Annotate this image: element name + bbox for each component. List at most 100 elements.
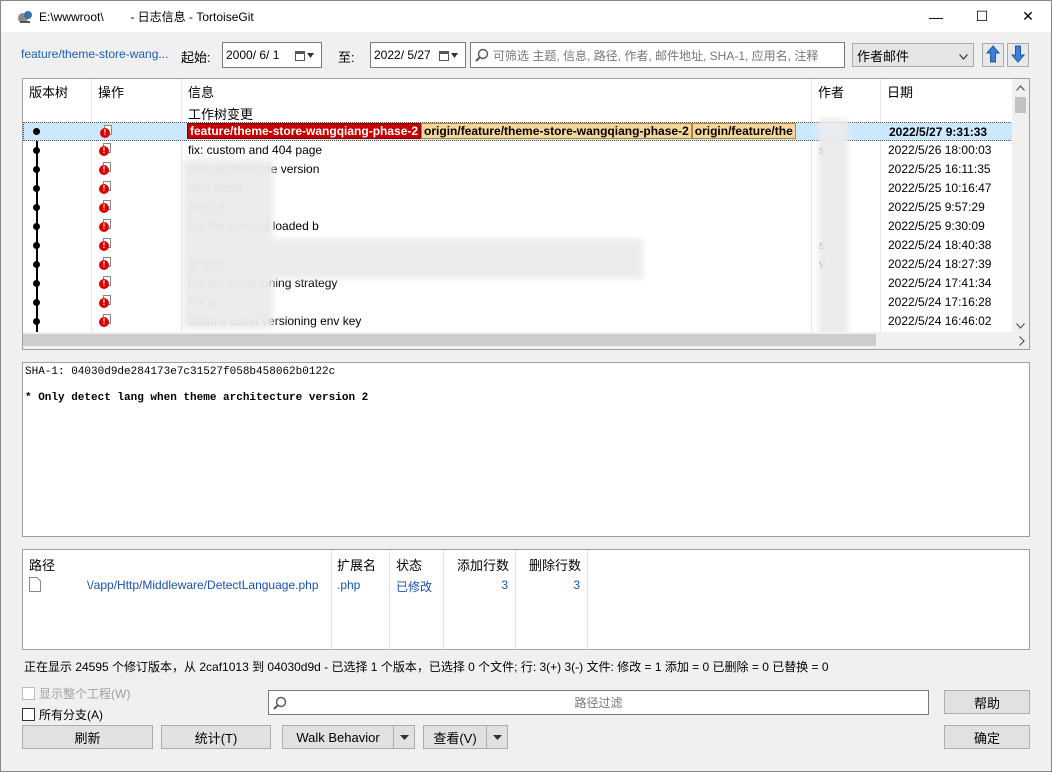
column-status: 状态 已修改 (390, 550, 444, 650)
minimize-button[interactable]: — (913, 1, 959, 32)
scroll-thumb[interactable] (23, 334, 876, 346)
all-branches-checkbox[interactable]: 所有分支(A) (22, 706, 103, 723)
modified-icon: ! (99, 162, 111, 175)
title-bar: E:\wwwroot\ - 日志信息 - TortoiseGit — ☐ ✕ (1, 1, 1051, 32)
commit-details-pane[interactable]: SHA-1: 04030d9de284173e7c31527f058b45806… (22, 362, 1030, 537)
scroll-down-button[interactable] (1007, 43, 1029, 67)
scroll-up-arrow-icon[interactable] (1012, 79, 1029, 96)
window-title: E:\wwwroot\ - 日志信息 - TortoiseGit (39, 10, 254, 24)
from-label: 起始: (181, 50, 211, 65)
column-header-deleted[interactable]: 删除行数 (529, 555, 581, 574)
file-path[interactable]: \/app/Http/Middleware/DetectLanguage.php (87, 578, 319, 592)
from-date-picker[interactable]: 2000/ 6/ 1 (222, 42, 322, 68)
column-header-added[interactable]: 添加行数 (457, 555, 509, 574)
commit-date: 2022/5/24 18:27:39 (888, 257, 992, 271)
to-label: 至: (338, 50, 355, 65)
show-whole-project-checkbox[interactable]: 显示整个工程(W) (22, 685, 130, 702)
column-path: 路径 \/app/Http/Middleware/DetectLanguage.… (23, 550, 332, 650)
column-header-tree[interactable]: 版本树 (29, 82, 68, 101)
column-ext: 扩展名 .php (332, 550, 390, 650)
local-branch-label: feature/theme-store-wangqiang-phase-2 (187, 123, 422, 139)
blur-overlay (223, 239, 643, 279)
log-row[interactable]: !fix: custom and 404 pages2022/5/26 18:0… (23, 141, 1013, 160)
commit-date: 2022/5/24 17:41:34 (888, 276, 992, 290)
tortoisegit-log-window: E:\wwwroot\ - 日志信息 - TortoiseGit — ☐ ✕ f… (0, 0, 1052, 772)
horizontal-scrollbar[interactable] (23, 332, 1029, 349)
scroll-up-button[interactable] (982, 43, 1004, 67)
modified-icon: ! (100, 125, 112, 138)
column-header-date[interactable]: 日期 (887, 82, 913, 101)
log-row[interactable]: !Fix qu2022/5/24 17:16:28 (23, 293, 1013, 312)
blur-overlay (818, 119, 848, 349)
maximize-button[interactable]: ☐ (959, 1, 1005, 32)
modified-icon: ! (99, 276, 111, 289)
column-added: 添加行数 3 (444, 550, 516, 650)
log-row-selected[interactable]: ! feature/theme-store-wangqiang-phase-2 o… (23, 122, 1013, 141)
log-row[interactable]: ! eme architecture version2022/5/25 16:1… (23, 160, 1013, 179)
help-button[interactable]: 帮助 (944, 690, 1030, 714)
changed-files-list[interactable]: 路径 \/app/Http/Middleware/DetectLanguage.… (22, 549, 1030, 650)
view-label[interactable]: 查看(V) (424, 726, 487, 748)
column-header-message[interactable]: 信息 (188, 82, 214, 101)
vertical-scrollbar[interactable] (1012, 79, 1029, 334)
branch-link[interactable]: feature/theme-store-wang... (21, 47, 168, 61)
search-icon (269, 696, 291, 710)
path-filter-input[interactable]: 路径过滤 (268, 690, 929, 715)
log-row[interactable]: !Set c e2022/5/25 9:57:29 (23, 198, 1013, 217)
log-row[interactable]: ! ding slash2022/5/25 10:16:47 (23, 179, 1013, 198)
statistics-button[interactable]: 统计(T) (161, 725, 271, 749)
arrow-down-icon (1010, 45, 1026, 66)
graph-node (33, 280, 40, 287)
calendar-icon (439, 48, 461, 62)
graph-node (33, 261, 40, 268)
commit-date: 2022/5/24 16:46:02 (888, 314, 992, 328)
modified-icon: ! (99, 181, 111, 194)
to-date-picker[interactable]: 2022/ 5/27 (370, 42, 466, 68)
graph-node (33, 147, 40, 154)
commit-date: 2022/5/26 18:00:03 (888, 143, 992, 157)
view-button[interactable]: 查看(V) (423, 725, 508, 749)
graph-node (33, 166, 40, 173)
walk-behavior-button[interactable]: Walk Behavior (282, 725, 415, 749)
from-date-value: 2000/ 6/ 1 (226, 48, 280, 62)
column-header-actions[interactable]: 操作 (98, 82, 124, 101)
file-added-lines: 3 (501, 578, 508, 592)
filter-field-value: 作者邮件 (857, 48, 910, 64)
scroll-thumb[interactable] (1015, 97, 1026, 113)
filter-field-select[interactable]: 作者邮件 (852, 43, 974, 67)
commit-date: 2022/5/24 17:16:28 (888, 295, 992, 309)
modified-icon: ! (99, 143, 111, 156)
dropdown-arrow-icon[interactable] (487, 734, 507, 740)
graph-node (33, 128, 40, 135)
calendar-icon (295, 48, 317, 62)
search-input[interactable]: 可筛选 主题, 信息, 路径, 作者, 邮件地址, SHA-1, 应用名, 注释 (470, 42, 845, 68)
refresh-button[interactable]: 刷新 (22, 725, 153, 749)
close-button[interactable]: ✕ (1005, 1, 1051, 32)
file-icon (29, 577, 41, 595)
column-header-ext[interactable]: 扩展名 (337, 555, 376, 574)
ok-button[interactable]: 确定 (944, 725, 1030, 749)
chevron-down-icon (959, 48, 968, 63)
log-row[interactable]: !Fix the cale not loaded b2022/5/25 9:30… (23, 217, 1013, 236)
commit-date: 2022/5/27 9:31:33 (889, 125, 988, 139)
dropdown-arrow-icon[interactable] (394, 734, 414, 740)
modified-icon: ! (99, 200, 111, 213)
column-header-path[interactable]: 路径 (29, 555, 55, 574)
commit-message: * Only detect lang when theme architectu… (25, 392, 369, 404)
commit-date: 2022/5/25 9:57:29 (888, 200, 985, 214)
revision-log-list[interactable]: 版本树 操作 信息 作者 日期 工作树变更 ! feature/theme-st… (22, 78, 1030, 350)
log-row[interactable]: ! Chan e asset versioning env key 2022/5/2… (23, 312, 1013, 331)
walk-behavior-label[interactable]: Walk Behavior (283, 726, 394, 748)
working-tree-changes-row[interactable]: 工作树变更 (188, 104, 253, 123)
checkbox-label: 所有分支(A) (39, 708, 103, 722)
column-header-status[interactable]: 状态 (396, 555, 422, 574)
graph-node (33, 318, 40, 325)
chevron-right-icon[interactable] (1019, 335, 1025, 349)
to-date-value: 2022/ 5/27 (374, 48, 431, 62)
modified-icon: ! (99, 257, 111, 270)
file-deleted-lines: 3 (573, 578, 580, 592)
column-header-author[interactable]: 作者 (818, 82, 844, 101)
graph-node (33, 223, 40, 230)
checkbox-box (22, 708, 35, 721)
commit-refs: feature/theme-store-wangqiang-phase-2 ori… (187, 123, 796, 139)
